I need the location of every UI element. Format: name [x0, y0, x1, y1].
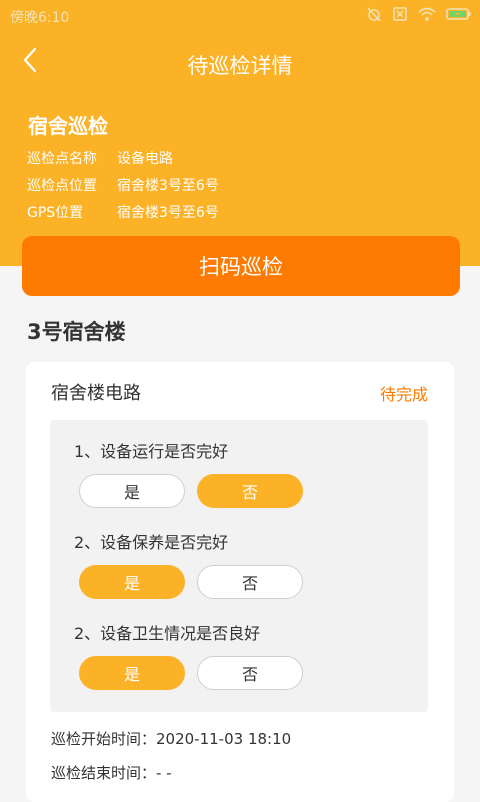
card-title: 宿舍楼电路 [51, 383, 141, 404]
answer-yes-button[interactable]: 是 [79, 565, 185, 599]
info-label: GPS位置 [27, 205, 84, 221]
question-text: 2、设备卫生情况是否良好 [74, 624, 261, 643]
status-icons [366, 6, 472, 22]
battery-charging-icon [446, 6, 472, 22]
question-text: 2、设备保养是否完好 [74, 533, 229, 552]
status-bar: 傍晚6:10 [0, 0, 480, 32]
status-time: 傍晚6:10 [10, 10, 70, 26]
inspection-title: 宿舍巡检 [28, 114, 108, 138]
info-row-gps-location: GPS位置 宿舍楼3号至6号 [27, 202, 219, 222]
nav-bar: 待巡检详情 [0, 38, 480, 90]
building-title: 3号宿舍楼 [27, 320, 126, 344]
alarm-off-icon [366, 6, 382, 22]
info-value: 宿舍楼3号至6号 [117, 205, 219, 221]
info-label: 巡检点位置 [27, 178, 97, 194]
answer-no-button[interactable]: 否 [197, 565, 303, 599]
info-value: 宿舍楼3号至6号 [117, 178, 219, 194]
question-list: 1、设备运行是否完好 是 否 2、设备保养是否完好 是 否 2、设备卫生情况是否… [50, 420, 428, 712]
start-time: 巡检开始时间：2020-11-03 18:10 [51, 730, 292, 748]
scan-inspection-button[interactable]: 扫码巡检 [22, 236, 460, 296]
question-text: 1、设备运行是否完好 [74, 442, 229, 461]
answer-yes-button[interactable]: 是 [79, 474, 185, 508]
end-time: 巡检结束时间：- - [51, 764, 172, 782]
page-title: 待巡检详情 [187, 54, 293, 78]
info-value: 设备电路 [117, 151, 173, 167]
status-badge: 待完成 [379, 385, 428, 404]
info-row-point-location: 巡检点位置 宿舍楼3号至6号 [27, 175, 219, 195]
inspection-card: 宿舍楼电路 待完成 1、设备运行是否完好 是 否 2、设备保养是否完好 是 否 … [26, 362, 454, 802]
answer-yes-button[interactable]: 是 [79, 656, 185, 690]
info-label: 巡检点名称 [27, 151, 97, 167]
answer-no-button[interactable]: 否 [197, 474, 303, 508]
sim-off-icon [392, 6, 408, 22]
info-row-point-name: 巡检点名称 设备电路 [27, 148, 173, 168]
answer-no-button[interactable]: 否 [197, 656, 303, 690]
wifi-icon [418, 6, 436, 22]
